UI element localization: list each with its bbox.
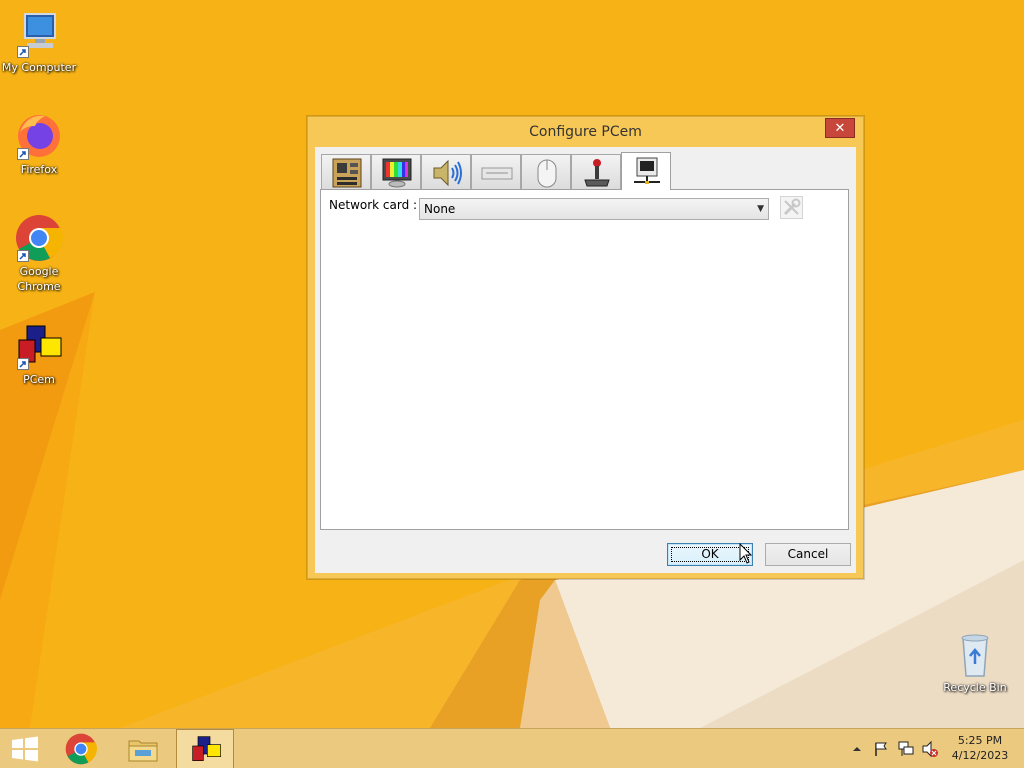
- shortcut-arrow-icon: [17, 250, 29, 262]
- shortcut-arrow-icon: [17, 148, 29, 160]
- close-button[interactable]: ✕: [825, 118, 855, 138]
- desktop-icon-firefox[interactable]: Firefox: [0, 112, 78, 177]
- pcem-icon: [192, 736, 221, 761]
- start-icon: [12, 736, 38, 762]
- tab-machine[interactable]: [321, 154, 371, 189]
- taskbar: 5:25 PM 4/12/2023: [0, 728, 1024, 768]
- chevron-down-icon: ▼: [757, 204, 764, 214]
- recycle-bin-icon: [951, 630, 999, 678]
- cancel-button-label: Cancel: [787, 547, 829, 561]
- tab-mouse[interactable]: [521, 154, 571, 189]
- focus-rectangle: [671, 547, 749, 562]
- volume-muted-icon[interactable]: [921, 740, 939, 758]
- tab-storage[interactable]: [471, 154, 521, 189]
- desktop-icon-google-chrome[interactable]: Google Chrome: [0, 214, 78, 294]
- taskbar-pcem-button[interactable]: [176, 729, 234, 768]
- network-settings-panel: Network card : None ▼: [320, 189, 849, 530]
- dialog-title: Configure PCem: [529, 124, 642, 140]
- tab-display[interactable]: [371, 154, 421, 189]
- chrome-icon: [15, 214, 63, 262]
- computer-icon: [15, 10, 63, 58]
- cancel-button[interactable]: Cancel: [765, 543, 851, 566]
- tab-network[interactable]: [621, 152, 671, 190]
- desktop-icon-label: Recycle Bin: [943, 681, 1007, 694]
- desktop-icon-label: My Computer: [1, 61, 77, 74]
- desktop-icon-pcem[interactable]: PCem: [0, 322, 78, 387]
- desktop-icon-recycle-bin[interactable]: Recycle Bin: [936, 630, 1014, 695]
- drive-icon: [481, 167, 513, 180]
- desktop-icon-label: PCem: [23, 373, 55, 386]
- firefox-icon: [15, 112, 63, 160]
- close-icon: ✕: [834, 121, 846, 136]
- taskbar-clock[interactable]: 5:25 PM 4/12/2023: [950, 733, 1010, 763]
- network-card-selected-value: None: [424, 202, 456, 216]
- clock-date: 4/12/2023: [951, 749, 1009, 762]
- start-button[interactable]: [0, 729, 54, 768]
- taskbar-file-explorer-button[interactable]: [114, 729, 172, 768]
- taskbar-chrome-button[interactable]: [52, 729, 110, 768]
- shortcut-arrow-icon: [17, 358, 29, 370]
- mouse-icon: [537, 159, 557, 188]
- pcem-icon: [15, 322, 63, 370]
- shortcut-arrow-icon: [17, 46, 29, 58]
- mouse-cursor-icon: [739, 543, 753, 564]
- tab-sound[interactable]: [421, 154, 471, 189]
- display-icon: [382, 158, 412, 188]
- network-icon: [634, 157, 660, 184]
- desktop-icon-label: Google Chrome: [17, 265, 61, 293]
- speaker-icon: [433, 159, 462, 187]
- clock-time: 5:25 PM: [957, 734, 1003, 747]
- show-hidden-icon[interactable]: [851, 744, 863, 754]
- motherboard-icon: [332, 158, 362, 188]
- chrome-icon: [65, 733, 97, 765]
- tab-joystick[interactable]: [571, 154, 621, 189]
- network-icon[interactable]: [897, 740, 915, 758]
- dialog-client-area: Network card : None ▼ OK Cancel: [315, 147, 856, 573]
- file-explorer-icon: [128, 740, 158, 762]
- network-configure-button[interactable]: [780, 196, 803, 219]
- desktop-icon-my-computer[interactable]: My Computer: [0, 10, 78, 75]
- configure-pcem-dialog: Configure PCem ✕ Network card: None ▼ O…: [307, 116, 864, 579]
- configure-tools-icon: [783, 198, 801, 216]
- action-center-flag-icon[interactable]: [873, 741, 889, 757]
- network-card-dropdown[interactable]: None ▼: [419, 198, 769, 220]
- network-card-label: Network card :: [329, 198, 418, 212]
- joystick-icon: [584, 159, 610, 187]
- desktop-icon-label: Firefox: [20, 163, 58, 176]
